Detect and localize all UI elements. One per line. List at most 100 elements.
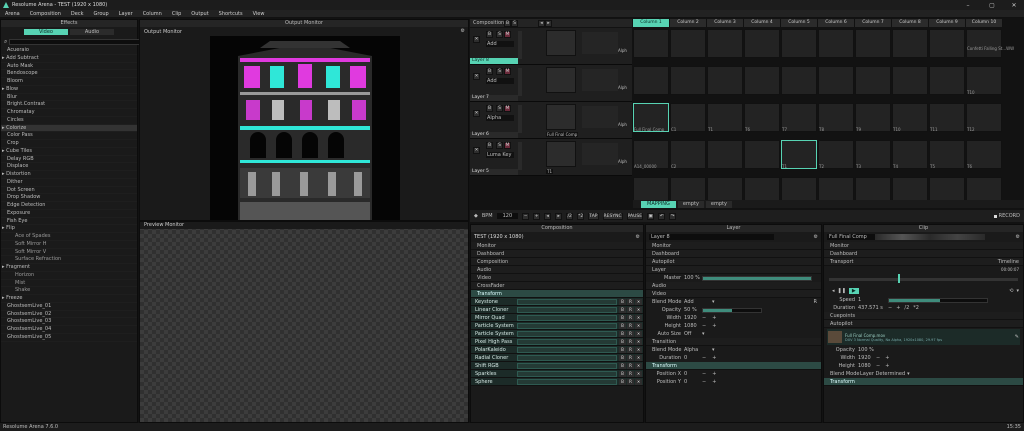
height-value[interactable]: 1080: [684, 322, 702, 330]
comp-section[interactable]: Transform: [471, 290, 643, 298]
height-decrement[interactable]: −: [702, 322, 706, 330]
effect-item[interactable]: Blur: [1, 94, 137, 102]
layer-blend-select[interactable]: Luma Key: [486, 152, 514, 158]
effect-item[interactable]: GhostsemLive_01: [1, 303, 137, 311]
chevron-down-icon[interactable]: ▾: [907, 370, 910, 378]
layer-clip-thumbnail[interactable]: [546, 104, 576, 130]
lock-icon[interactable]: ▣: [647, 212, 655, 220]
effect-remove-button[interactable]: ✕: [635, 322, 642, 329]
comp-effect-row[interactable]: Keystone B R ✕: [471, 298, 643, 306]
effect-item[interactable]: Exposure: [1, 210, 137, 218]
layer-transport-controls[interactable]: [582, 69, 618, 91]
effect-opacity-slider[interactable]: [517, 378, 617, 385]
position-x-decrement[interactable]: −: [702, 370, 706, 378]
clip-cell[interactable]: [892, 29, 928, 58]
effect-item[interactable]: ▸ Fragment: [1, 264, 137, 272]
layer-transport-controls[interactable]: [582, 143, 618, 165]
comp-section[interactable]: Audio: [471, 266, 643, 274]
layer-section-autopilot[interactable]: Autopilot: [646, 258, 821, 266]
menu-shortcuts[interactable]: Shortcuts: [214, 11, 248, 17]
next-column-button[interactable]: ▸: [545, 19, 552, 27]
effect-remove-button[interactable]: ✕: [635, 362, 642, 369]
effect-remove-button[interactable]: ✕: [635, 338, 642, 345]
duration-half-button[interactable]: /2: [904, 304, 909, 312]
clip-cell[interactable]: T3: [855, 140, 891, 169]
effect-opacity-slider[interactable]: [517, 322, 617, 329]
clip-cell[interactable]: [855, 29, 891, 58]
effect-item[interactable]: ▸ Colorize: [1, 124, 137, 133]
layer-transport-controls[interactable]: [582, 106, 618, 128]
record-button[interactable]: RECORD: [993, 213, 1020, 219]
bpm-half-button[interactable]: /2: [566, 212, 574, 220]
clip-section-dashboard[interactable]: Dashboard: [824, 250, 1023, 258]
clip-cell[interactable]: [818, 29, 854, 58]
clip-cell[interactable]: C2: [670, 140, 706, 169]
pause-icon[interactable]: ❚❚: [838, 288, 846, 294]
clip-cell[interactable]: [929, 29, 965, 58]
comp-effect-row[interactable]: Radial Cloner B R ✕: [471, 354, 643, 362]
clip-name-field[interactable]: Full Final Comp: [827, 234, 875, 240]
bpm-double-button[interactable]: *2: [577, 212, 585, 220]
layer-section-video[interactable]: Video: [646, 290, 821, 298]
effect-opacity-slider[interactable]: [517, 338, 617, 345]
layer-opacity-fader[interactable]: [518, 31, 522, 59]
layer-name-field[interactable]: Layer 8: [649, 234, 774, 240]
clip-cell[interactable]: T6: [966, 140, 1002, 169]
column-header[interactable]: Column 10: [966, 19, 1003, 27]
menu-group[interactable]: Group: [89, 11, 114, 17]
speed-value[interactable]: 1: [858, 296, 888, 304]
monitor-settings-icon[interactable]: ⚙: [461, 28, 465, 34]
chevron-down-icon[interactable]: ▾: [712, 346, 715, 354]
layer-blend-select[interactable]: Add: [486, 78, 514, 84]
effect-reset-button[interactable]: R: [627, 354, 634, 361]
position-y-decrement[interactable]: −: [702, 378, 706, 386]
clip-cell[interactable]: [892, 66, 928, 95]
effect-item[interactable]: ▸ Blow: [1, 86, 137, 94]
clip-cell[interactable]: T12: [966, 103, 1002, 132]
composition-name[interactable]: TEST (1920 x 1080): [474, 234, 636, 240]
comp-effect-row[interactable]: PolarKaleido B R ✕: [471, 346, 643, 354]
clip-section-autopilot[interactable]: Autopilot: [824, 320, 1023, 328]
layer-section-layer[interactable]: Layer: [646, 266, 821, 274]
effect-item[interactable]: Delay RGB: [1, 156, 137, 164]
comp-effect-row[interactable]: Particle System B R ✕: [471, 330, 643, 338]
layer-clear-button[interactable]: ✕: [473, 73, 480, 80]
effect-reset-button[interactable]: R: [627, 346, 634, 353]
position-y-value[interactable]: 0: [684, 378, 702, 386]
clip-cell[interactable]: T9: [855, 103, 891, 132]
position-y-increment[interactable]: +: [712, 378, 716, 386]
pause-button[interactable]: PAUSE: [626, 212, 644, 220]
duration-double-button[interactable]: *2: [913, 304, 919, 312]
effect-bypass-button[interactable]: B: [619, 346, 626, 353]
clip-section-monitor[interactable]: Monitor: [824, 242, 1023, 250]
layer-clear-button[interactable]: ✕: [473, 110, 480, 117]
effect-opacity-slider[interactable]: [517, 370, 617, 377]
deck-tab-empty-2[interactable]: empty: [705, 200, 732, 208]
clip-width-value[interactable]: 1920: [858, 354, 876, 362]
effect-reset-button[interactable]: R: [627, 362, 634, 369]
clip-source-card[interactable]: Full Final Comp.mov DXV 3 Normal Quality…: [827, 329, 1020, 345]
clip-opacity-value[interactable]: 100 %: [858, 346, 874, 354]
effect-bypass-button[interactable]: B: [619, 298, 626, 305]
clip-cell[interactable]: [744, 140, 780, 169]
layer-clip-thumbnail[interactable]: [546, 141, 576, 167]
clip-cell[interactable]: T6: [744, 103, 780, 132]
layer-section-audio[interactable]: Audio: [646, 282, 821, 290]
effect-bypass-button[interactable]: B: [619, 354, 626, 361]
duration-value[interactable]: 0: [684, 354, 702, 362]
layer-section-dashboard[interactable]: Dashboard: [646, 250, 821, 258]
blend-mode-select[interactable]: Add: [684, 298, 712, 306]
effect-item[interactable]: GhostsemLive_03: [1, 318, 137, 326]
clip-cell[interactable]: T8: [818, 103, 854, 132]
deck-tab-mapping[interactable]: MAPPING: [641, 200, 676, 208]
layer-bypass-button[interactable]: B: [486, 142, 493, 149]
blend-reset-button[interactable]: R: [814, 298, 817, 306]
clip-cell[interactable]: [633, 66, 669, 95]
column-header[interactable]: Column 7: [855, 19, 892, 27]
effect-remove-button[interactable]: ✕: [635, 346, 642, 353]
effect-item[interactable]: Shake: [1, 287, 137, 295]
layer-section-transform[interactable]: Transform: [646, 362, 821, 370]
effect-item[interactable]: Drop Shadow: [1, 194, 137, 202]
clip-blend-select[interactable]: Layer Determined: [860, 370, 905, 378]
layer-mask-button[interactable]: M: [504, 142, 511, 149]
